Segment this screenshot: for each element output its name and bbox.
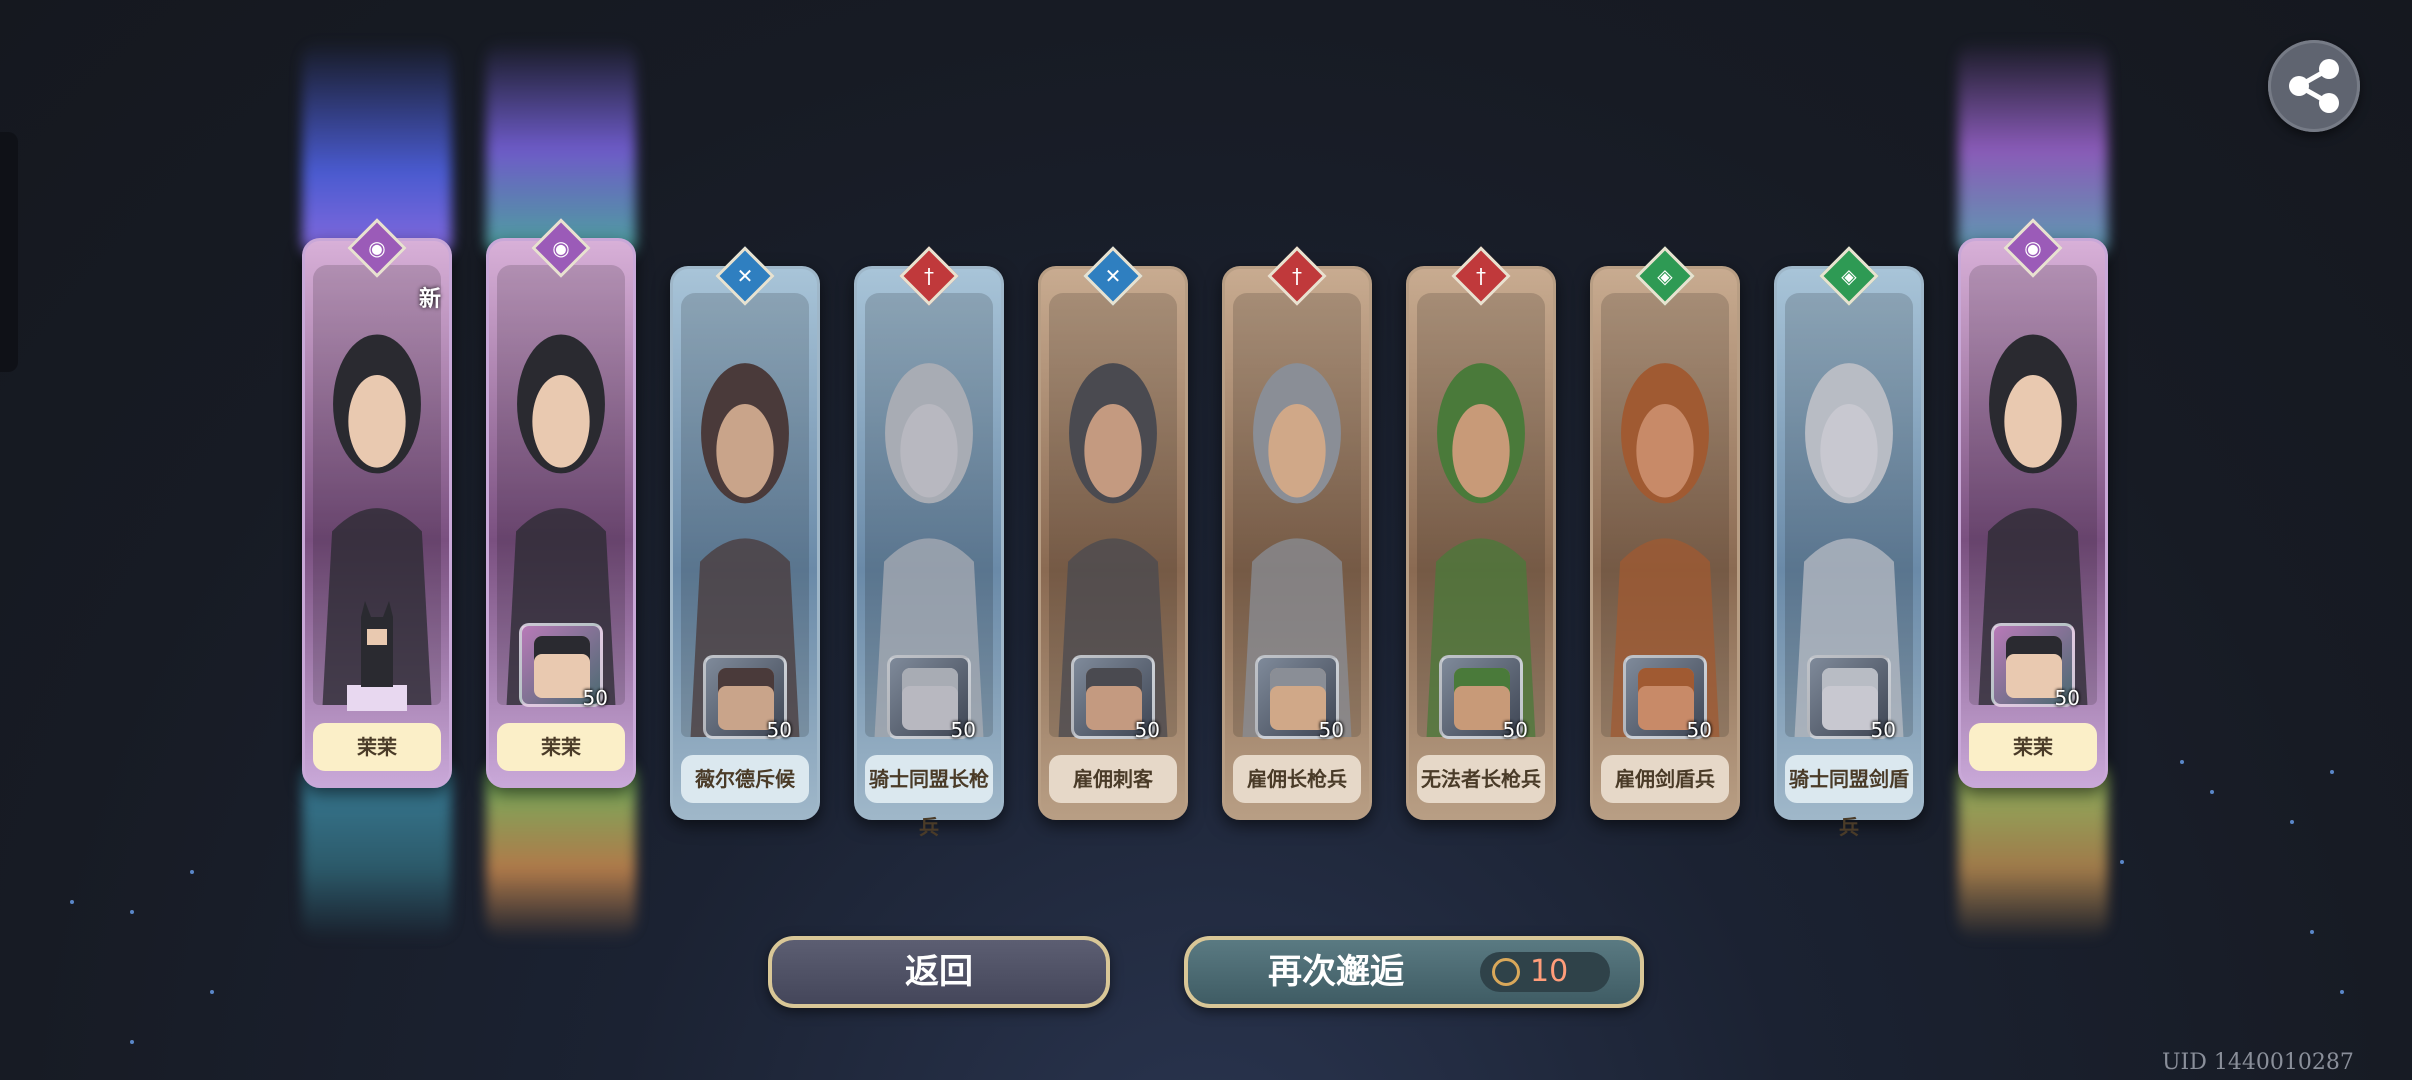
- reward-item: 50: [1991, 623, 2080, 710]
- reward-item: 50: [887, 655, 976, 742]
- reward-item: 50: [1623, 655, 1712, 742]
- character-card[interactable]: ✕ 50 薇尔德斥候: [670, 246, 820, 820]
- character-card[interactable]: ◈ 50 雇佣剑盾兵: [1590, 246, 1740, 820]
- character-card[interactable]: ✕ 50 雇佣刺客: [1038, 246, 1188, 820]
- reward-quantity: 50: [1502, 718, 1528, 742]
- character-name: 骑士同盟剑盾兵: [1785, 755, 1913, 839]
- side-drawer-tab[interactable]: [0, 132, 18, 372]
- star-sparkle: [2310, 930, 2314, 934]
- star-sparkle: [2290, 820, 2294, 824]
- summon-cost-value: 10: [1530, 954, 1569, 989]
- character-card[interactable]: ◉ 新茉茉: [302, 218, 452, 788]
- character-name: 雇佣刺客: [1049, 755, 1177, 803]
- star-sparkle: [2120, 860, 2124, 864]
- star-sparkle: [190, 870, 194, 874]
- character-name: 骑士同盟长枪兵: [865, 755, 993, 839]
- summon-again-button[interactable]: 再次邂逅 10: [1184, 936, 1644, 1008]
- reward-quantity: 50: [1134, 718, 1160, 742]
- star-sparkle: [2210, 790, 2214, 794]
- reward-quantity: 50: [950, 718, 976, 742]
- character-card[interactable]: † 50 骑士同盟长枪兵: [854, 246, 1004, 839]
- star-sparkle: [210, 990, 214, 994]
- character-card[interactable]: † 50 雇佣长枪兵: [1222, 246, 1372, 820]
- reward-item: 50: [1255, 655, 1344, 742]
- summon-cost: 10: [1480, 952, 1610, 992]
- reward-quantity: 50: [1870, 718, 1896, 742]
- character-name: 茉茉: [497, 723, 625, 771]
- reward-quantity: 50: [1686, 718, 1712, 742]
- pixel-sprite-reward: [337, 599, 417, 719]
- character-name: 雇佣长枪兵: [1233, 755, 1361, 803]
- star-sparkle: [2330, 770, 2334, 774]
- reward-quantity: 50: [766, 718, 792, 742]
- reward-item: 50: [1071, 655, 1160, 742]
- summon-coin-icon: [1492, 958, 1520, 986]
- reward-item: 50: [519, 623, 608, 710]
- share-button[interactable]: [2268, 40, 2360, 132]
- star-sparkle: [130, 1040, 134, 1044]
- character-card[interactable]: ◉ 50 茉茉: [486, 218, 636, 788]
- reward-quantity: 50: [582, 686, 608, 710]
- share-icon: [2289, 59, 2339, 113]
- back-button-label: 返回: [905, 952, 973, 992]
- character-card[interactable]: ◈ 50 骑士同盟剑盾兵: [1774, 246, 1924, 839]
- character-name: 薇尔德斥候: [681, 755, 809, 803]
- back-button[interactable]: 返回: [768, 936, 1110, 1008]
- new-tag: 新: [418, 287, 441, 312]
- reward-item: 50: [703, 655, 792, 742]
- character-name: 雇佣剑盾兵: [1601, 755, 1729, 803]
- summon-again-label: 再次邂逅: [1268, 952, 1404, 992]
- character-name: 无法者长枪兵: [1417, 755, 1545, 803]
- star-sparkle: [2340, 990, 2344, 994]
- character-card[interactable]: ◉ 50 茉茉: [1958, 218, 2108, 788]
- star-sparkle: [70, 900, 74, 904]
- character-name: 茉茉: [1969, 723, 2097, 771]
- reward-quantity: 50: [1318, 718, 1344, 742]
- star-sparkle: [130, 910, 134, 914]
- star-sparkle: [2180, 760, 2184, 764]
- reward-quantity: 50: [2054, 686, 2080, 710]
- reward-item: 50: [1807, 655, 1896, 742]
- reward-item: 50: [1439, 655, 1528, 742]
- character-name: 茉茉: [313, 723, 441, 771]
- user-id-label: UID 1440010287: [2162, 1050, 2354, 1075]
- character-card[interactable]: † 50 无法者长枪兵: [1406, 246, 1556, 820]
